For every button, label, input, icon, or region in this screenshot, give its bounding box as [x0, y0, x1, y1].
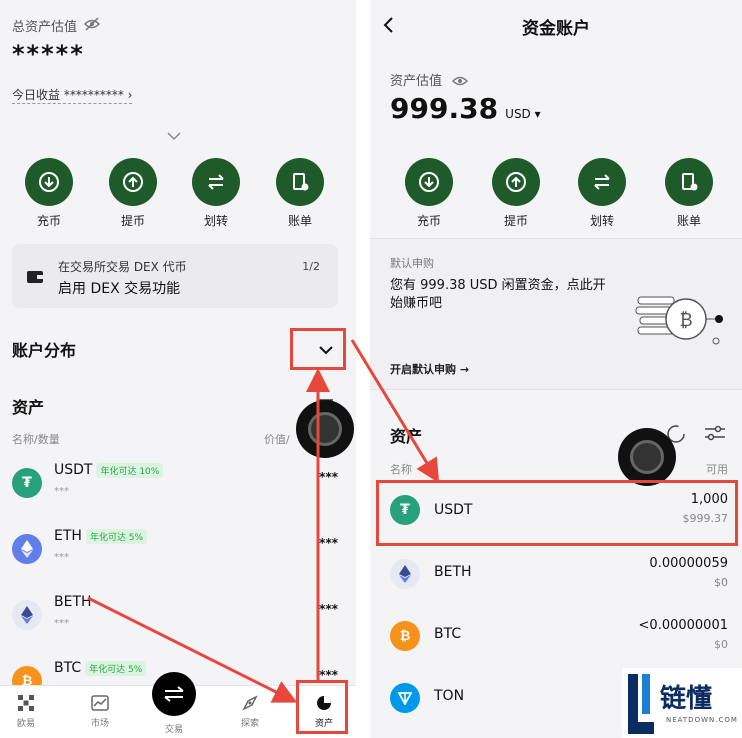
watermark: 链懂 NEATDOWN.COM [622, 668, 742, 738]
arrow-to-assets-tab [87, 596, 298, 703]
arrow-to-usdt-row [350, 339, 440, 484]
watermark-brand: 链懂 [660, 684, 713, 714]
watermark-domain: NEATDOWN.COM [666, 716, 738, 724]
annotation-arrows [87, 339, 440, 703]
neatdown-logo-icon [628, 674, 654, 738]
